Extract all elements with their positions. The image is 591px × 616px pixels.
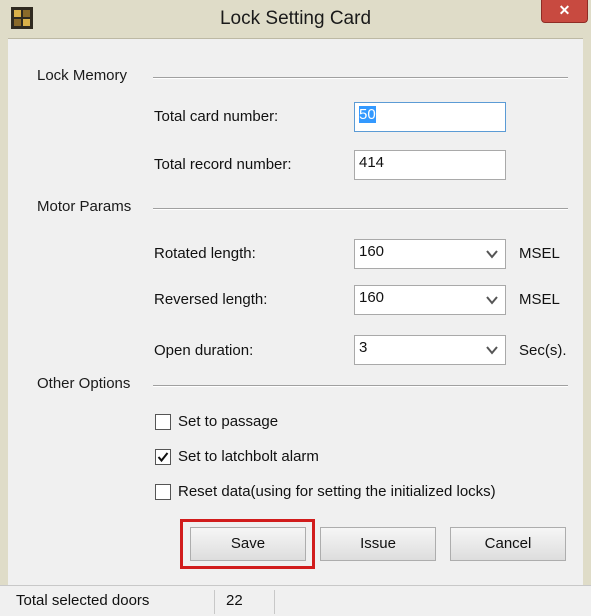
- reversed-length-label: Reversed length:: [154, 291, 268, 308]
- status-selected-doors-label: Total selected doors: [16, 590, 215, 614]
- open-duration-unit: Sec(s).: [519, 342, 567, 359]
- checkmark-icon: [157, 452, 169, 463]
- chevron-down-icon[interactable]: [485, 293, 499, 307]
- motor-params-section-label: Motor Params: [37, 198, 132, 215]
- reversed-length-select[interactable]: 160: [354, 285, 506, 315]
- title-bar: Lock Setting Card ✕: [0, 0, 591, 39]
- chevron-down-icon[interactable]: [485, 343, 499, 357]
- other-options-separator: [153, 385, 568, 387]
- reset-data-checkbox[interactable]: [155, 484, 171, 500]
- rotated-length-unit: MSEL: [519, 245, 560, 262]
- window-title: Lock Setting Card: [219, 8, 372, 29]
- save-button-highlight: [180, 519, 315, 569]
- total-card-number-value: 50: [359, 106, 376, 123]
- total-card-number-input[interactable]: 50: [354, 102, 506, 132]
- open-duration-value: 3: [359, 339, 368, 356]
- window-frame-left: [0, 38, 8, 585]
- other-options-section-label: Other Options: [37, 375, 131, 392]
- lock-memory-separator: [153, 77, 568, 79]
- open-duration-select[interactable]: 3: [354, 335, 506, 365]
- rotated-length-select[interactable]: 160: [354, 239, 506, 269]
- open-duration-label: Open duration:: [154, 342, 254, 359]
- total-card-number-label: Total card number:: [154, 108, 279, 125]
- close-button[interactable]: ✕: [541, 0, 588, 23]
- status-selected-doors-value: 22: [226, 590, 275, 614]
- reversed-length-unit: MSEL: [519, 291, 560, 308]
- latchbolt-alarm-label[interactable]: Set to latchbolt alarm: [178, 448, 319, 465]
- total-record-number-input[interactable]: 414: [354, 150, 506, 180]
- window-frame-right: [583, 38, 591, 585]
- cancel-button[interactable]: Cancel: [450, 527, 566, 561]
- status-bar: Total selected doors 22: [0, 585, 591, 616]
- passage-label[interactable]: Set to passage: [178, 413, 278, 430]
- reset-data-label[interactable]: Reset data(using for setting the initial…: [178, 483, 496, 500]
- rotated-length-label: Rotated length:: [154, 245, 256, 262]
- issue-button[interactable]: Issue: [320, 527, 436, 561]
- motor-params-separator: [153, 208, 568, 210]
- total-record-number-value: 414: [359, 154, 385, 171]
- passage-checkbox[interactable]: [155, 414, 171, 430]
- lock-memory-section-label: Lock Memory: [37, 67, 128, 84]
- chevron-down-icon[interactable]: [485, 247, 499, 261]
- rotated-length-value: 160: [359, 243, 385, 260]
- latchbolt-alarm-checkbox[interactable]: [155, 449, 171, 465]
- lock-setting-window: Lock Setting Card ✕ Lock Memory Total ca…: [0, 0, 591, 616]
- total-record-number-label: Total record number:: [154, 156, 292, 173]
- reversed-length-value: 160: [359, 289, 385, 306]
